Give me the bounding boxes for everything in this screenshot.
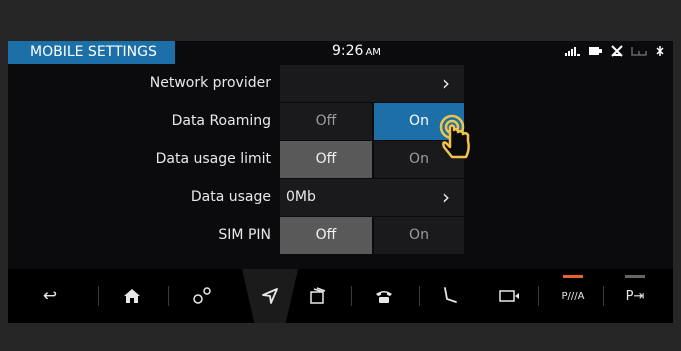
data-roaming-off-button[interactable]: Off — [280, 103, 372, 140]
screen: MOBILE SETTINGS 9:26 AM Network provider… — [8, 41, 673, 323]
data-roaming-row: Data Roaming Off On — [8, 102, 673, 140]
status-icons — [565, 45, 665, 60]
pop-out-icon[interactable]: P⇥ — [615, 269, 655, 323]
battery-icon — [589, 46, 603, 59]
row-label: Data Roaming — [171, 113, 271, 129]
parking-label: P///A — [561, 290, 585, 302]
connected-icon[interactable] — [182, 269, 222, 323]
clock: 9:26 AM — [332, 43, 381, 59]
tap-hand-icon — [439, 114, 470, 159]
page-title: MOBILE SETTINGS — [8, 41, 175, 64]
nav-divider — [351, 286, 352, 306]
option-label: Off — [315, 151, 337, 167]
clock-time: 9:26 — [332, 43, 364, 59]
sim-pin-off-button[interactable]: Off — [280, 217, 372, 254]
navigation-icon[interactable] — [250, 269, 290, 323]
pop-out-glyph: P⇥ — [625, 288, 645, 304]
option-label: Off — [315, 227, 337, 243]
status-bar: MOBILE SETTINGS 9:26 AM — [8, 41, 673, 64]
row-label: Network provider — [149, 75, 271, 91]
row-label: SIM PIN — [218, 227, 271, 243]
sim-pin-on-button[interactable]: On — [374, 217, 464, 254]
network-provider-button[interactable]: › — [280, 65, 464, 102]
data-usage-button[interactable]: 0Mb › — [280, 179, 464, 216]
media-icon[interactable] — [298, 269, 338, 323]
bluetooth-icon — [655, 46, 665, 59]
nav-divider — [603, 286, 604, 306]
sim-pin-row: SIM PIN Off On — [8, 216, 673, 254]
seat-icon — [631, 46, 647, 59]
network-provider-row[interactable]: Network provider › — [8, 64, 673, 102]
back-glyph: ↩ — [42, 286, 58, 306]
option-label: On — [409, 227, 429, 243]
chevron-right-icon: › — [442, 71, 450, 95]
top-bezel — [0, 0, 681, 41]
option-label: Off — [315, 113, 337, 129]
seat-icon[interactable] — [430, 269, 470, 323]
nav-divider — [98, 286, 99, 306]
chevron-right-icon: › — [442, 185, 450, 209]
bottom-nav: ↩ P///A P⇥ — [8, 269, 673, 323]
bottom-bezel — [0, 323, 681, 351]
parking-icon[interactable]: P///A — [553, 269, 593, 323]
nav-divider — [419, 286, 420, 306]
data-usage-row[interactable]: Data usage 0Mb › — [8, 178, 673, 216]
data-usage-limit-row: Data usage limit Off On — [8, 140, 673, 178]
row-label: Data usage — [190, 189, 271, 205]
row-label: Data usage limit — [155, 151, 271, 167]
camera-icon[interactable] — [490, 269, 530, 323]
signal-icon — [565, 46, 581, 59]
back-icon[interactable]: ↩ — [30, 269, 70, 323]
home-icon[interactable] — [112, 269, 152, 323]
no-phone-icon — [611, 45, 623, 60]
clock-ampm: AM — [365, 47, 381, 58]
nav-divider — [538, 286, 539, 306]
phone-icon[interactable] — [364, 269, 404, 323]
data-usage-limit-off-button[interactable]: Off — [280, 141, 372, 178]
nav-divider — [168, 286, 169, 306]
